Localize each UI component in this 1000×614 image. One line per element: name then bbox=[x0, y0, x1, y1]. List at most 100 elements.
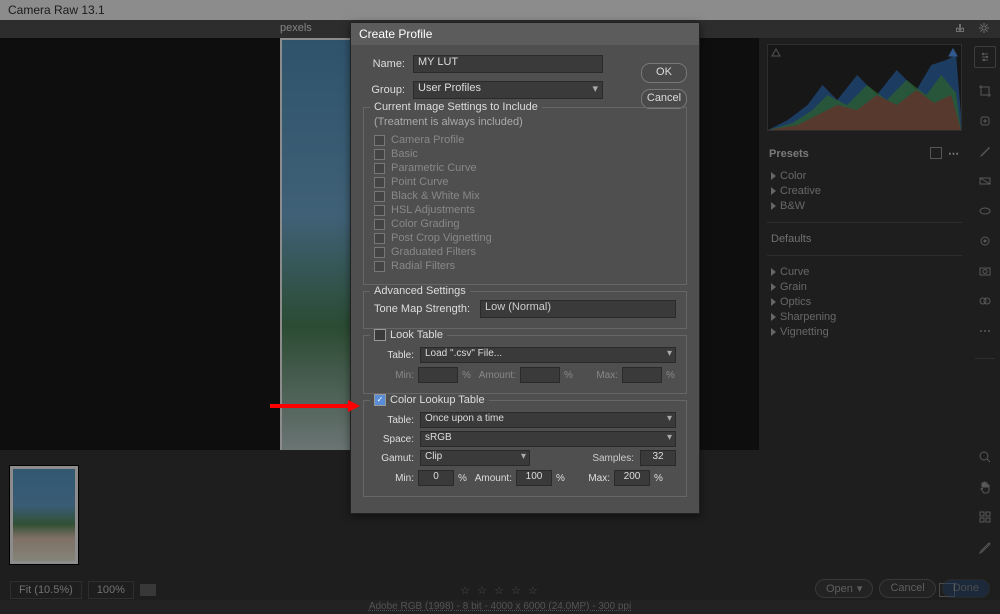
thumbnail[interactable] bbox=[10, 466, 78, 564]
look-min-input[interactable] bbox=[418, 367, 458, 383]
rating-stars[interactable]: ☆ ☆ ☆ ☆ ☆ bbox=[460, 584, 540, 597]
look-max-label: Max: bbox=[578, 370, 618, 381]
shadow-clip-icon[interactable] bbox=[771, 48, 781, 58]
checkbox-label: Parametric Curve bbox=[391, 162, 477, 174]
include-radial[interactable]: Radial Filters bbox=[374, 260, 676, 272]
preset-label: Defaults bbox=[771, 233, 811, 245]
preset-group-creative[interactable]: Creative bbox=[771, 185, 962, 197]
dialog-title: Create Profile bbox=[351, 23, 699, 45]
redeye-tool-icon[interactable] bbox=[978, 234, 992, 248]
checkbox-label: Basic bbox=[391, 148, 418, 160]
done-button[interactable]: Done bbox=[942, 579, 990, 598]
open-label: Open bbox=[826, 583, 853, 595]
open-button[interactable]: Open▾ bbox=[815, 579, 873, 598]
clt-min-input[interactable]: 0 bbox=[418, 470, 454, 486]
clt-samples-input[interactable]: 32 bbox=[640, 450, 676, 466]
look-table-select[interactable]: Load ".csv" File... bbox=[420, 347, 676, 363]
include-hsl[interactable]: HSL Adjustments bbox=[374, 204, 676, 216]
include-basic[interactable]: Basic bbox=[374, 148, 676, 160]
look-amount-input[interactable] bbox=[520, 367, 560, 383]
cancel-dialog-button[interactable]: Cancel bbox=[641, 89, 687, 109]
include-graduated[interactable]: Graduated Filters bbox=[374, 246, 676, 258]
metadata-line[interactable]: Adobe RGB (1998) - 8 bit - 4000 x 6000 (… bbox=[0, 600, 1000, 614]
include-vignetting[interactable]: Post Crop Vignetting bbox=[374, 232, 676, 244]
clt-space-select[interactable]: sRGB bbox=[420, 431, 676, 447]
tone-map-label: Tone Map Strength: bbox=[374, 303, 474, 315]
grid-tool-icon[interactable] bbox=[978, 510, 992, 524]
clt-gamut-select[interactable]: Clip bbox=[420, 450, 530, 466]
look-table-legend: Look Table bbox=[370, 329, 447, 341]
tone-map-select[interactable]: Low (Normal) bbox=[480, 300, 676, 318]
clt-table-select[interactable]: Once upon a time bbox=[420, 412, 676, 428]
name-label: Name: bbox=[363, 58, 405, 70]
preset-group-vignetting[interactable]: Vignetting bbox=[771, 326, 962, 338]
histogram[interactable] bbox=[767, 44, 962, 131]
more-tool-icon[interactable] bbox=[978, 324, 992, 338]
chevron-right-icon bbox=[771, 313, 776, 321]
chevron-right-icon bbox=[771, 298, 776, 306]
export-icon[interactable] bbox=[954, 22, 966, 34]
include-bw-mix[interactable]: Black & White Mix bbox=[374, 190, 676, 202]
checkbox-icon bbox=[374, 233, 385, 244]
brush-tool-icon[interactable] bbox=[978, 144, 992, 158]
gradient-tool-icon[interactable] bbox=[978, 174, 992, 188]
look-table-checkbox[interactable] bbox=[374, 329, 386, 341]
panel-menu-icon[interactable]: ⋯ bbox=[948, 147, 960, 160]
checkbox-label: Camera Profile bbox=[391, 134, 464, 146]
preset-tool-icon[interactable] bbox=[978, 294, 992, 308]
highlight-clip-icon[interactable] bbox=[948, 48, 958, 58]
snapshot-tool-icon[interactable] bbox=[978, 264, 992, 278]
envelope-icon[interactable] bbox=[140, 584, 156, 596]
pct-label: % bbox=[458, 473, 468, 484]
include-parametric-curve[interactable]: Parametric Curve bbox=[374, 162, 676, 174]
checkbox-icon bbox=[374, 163, 385, 174]
preset-label: Curve bbox=[780, 266, 809, 278]
include-color-grading[interactable]: Color Grading bbox=[374, 218, 676, 230]
checkbox-label: Graduated Filters bbox=[391, 246, 476, 258]
preset-group-defaults[interactable]: Defaults bbox=[767, 233, 962, 245]
legend-label: Look Table bbox=[390, 329, 443, 341]
hand-tool-icon[interactable] bbox=[978, 480, 992, 494]
color-sample-icon[interactable] bbox=[978, 540, 992, 554]
preset-group-curve[interactable]: Curve bbox=[771, 266, 962, 278]
heal-tool-icon[interactable] bbox=[978, 114, 992, 128]
clt-max-input[interactable]: 200 bbox=[614, 470, 650, 486]
color-lookup-legend: Color Lookup Table bbox=[370, 394, 489, 406]
ok-button[interactable]: OK bbox=[641, 63, 687, 83]
name-input[interactable]: MY LUT bbox=[413, 55, 603, 73]
include-camera-profile[interactable]: Camera Profile bbox=[374, 134, 676, 146]
presets-header[interactable]: Presets ⋯ bbox=[767, 143, 962, 164]
preset-group-bw[interactable]: B&W bbox=[771, 200, 962, 212]
chevron-right-icon bbox=[771, 202, 776, 210]
chevron-right-icon bbox=[771, 283, 776, 291]
include-point-curve[interactable]: Point Curve bbox=[374, 176, 676, 188]
checkbox-label: Point Curve bbox=[391, 176, 448, 188]
preset-group-color[interactable]: Color bbox=[771, 170, 962, 182]
pct-label: % bbox=[654, 473, 664, 484]
checkbox-icon bbox=[374, 149, 385, 160]
chevron-right-icon bbox=[771, 172, 776, 180]
checkbox-label: Color Grading bbox=[391, 218, 459, 230]
preset-group-optics[interactable]: Optics bbox=[771, 296, 962, 308]
fit-zoom[interactable]: Fit (10.5%) bbox=[10, 581, 82, 599]
panel-icon[interactable] bbox=[930, 147, 942, 159]
zoom-100[interactable]: 100% bbox=[88, 581, 134, 599]
edit-tool-icon[interactable] bbox=[974, 46, 996, 68]
checkbox-icon bbox=[374, 219, 385, 230]
advanced-fieldset: Advanced Settings Tone Map Strength: Low… bbox=[363, 291, 687, 329]
preset-group-grain[interactable]: Grain bbox=[771, 281, 962, 293]
color-lookup-checkbox[interactable] bbox=[374, 394, 386, 406]
look-max-input[interactable] bbox=[622, 367, 662, 383]
group-select[interactable]: User Profiles bbox=[413, 81, 603, 99]
clt-amount-input[interactable]: 100 bbox=[516, 470, 552, 486]
preset-label: Vignetting bbox=[780, 326, 829, 338]
preset-group-sharpening[interactable]: Sharpening bbox=[771, 311, 962, 323]
gear-icon[interactable] bbox=[978, 22, 990, 34]
cancel-button[interactable]: Cancel bbox=[879, 579, 935, 598]
color-lookup-fieldset: Color Lookup Table Table: Once upon a ti… bbox=[363, 400, 687, 497]
pct-label: % bbox=[564, 370, 574, 381]
zoom-tool-icon[interactable] bbox=[978, 450, 992, 464]
look-min-label: Min: bbox=[374, 370, 414, 381]
crop-tool-icon[interactable] bbox=[978, 84, 992, 98]
radial-tool-icon[interactable] bbox=[978, 204, 992, 218]
